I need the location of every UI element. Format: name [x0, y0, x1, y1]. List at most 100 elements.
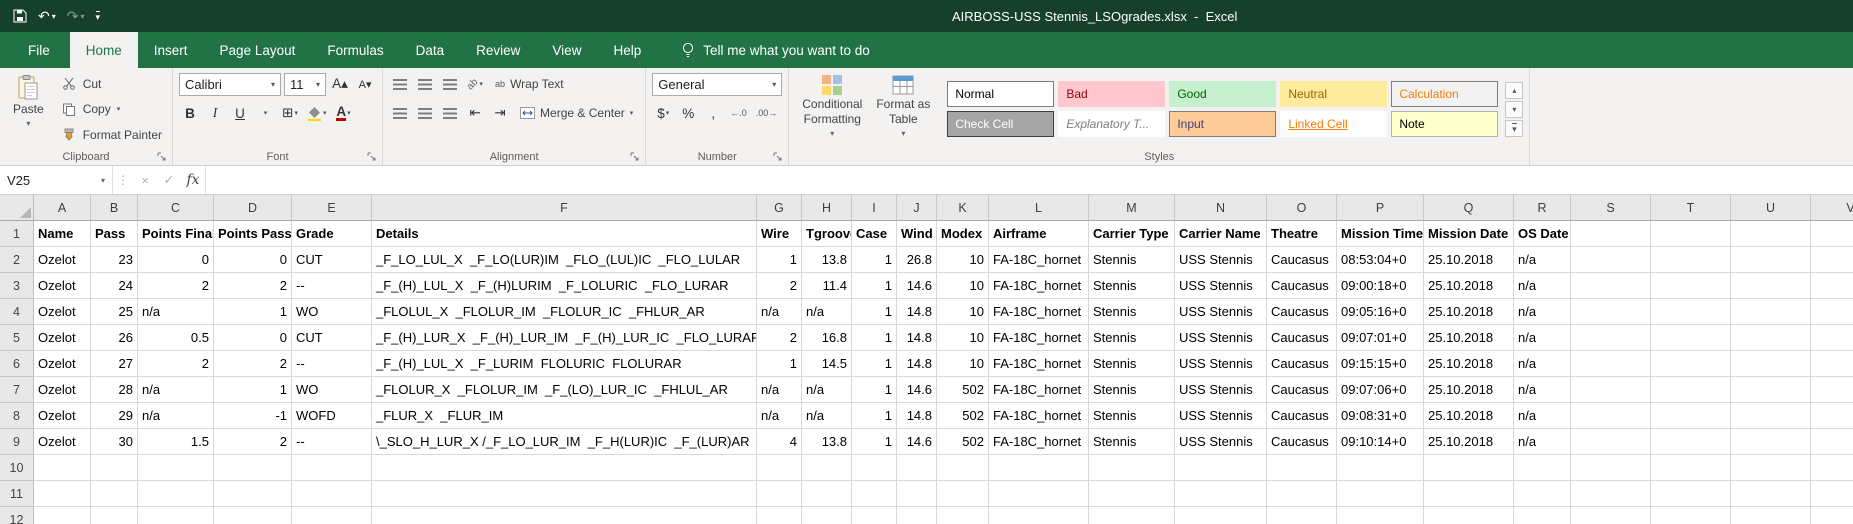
cell-F12[interactable]	[372, 507, 757, 524]
cell-U6[interactable]	[1731, 351, 1811, 377]
cell-D5[interactable]: 0	[214, 325, 292, 351]
align-center-button[interactable]	[414, 102, 436, 124]
row-header-6[interactable]: 6	[0, 351, 34, 377]
tab-data[interactable]: Data	[400, 32, 461, 68]
cell-L3[interactable]: FA-18C_hornet	[989, 273, 1089, 299]
cell-N5[interactable]: USS Stennis	[1175, 325, 1267, 351]
cell-U8[interactable]	[1731, 403, 1811, 429]
borders-button[interactable]: ⊞▾	[279, 102, 301, 124]
col-header-O[interactable]: O	[1267, 195, 1337, 220]
font-size-combo[interactable]: 11 ▾	[284, 73, 326, 96]
cell-L10[interactable]	[989, 455, 1089, 481]
col-header-N[interactable]: N	[1175, 195, 1267, 220]
cell-G7[interactable]: n/a	[757, 377, 802, 403]
cell-U10[interactable]	[1731, 455, 1811, 481]
col-header-K[interactable]: K	[937, 195, 989, 220]
cell-F5[interactable]: _F_(H)_LUR_X _F_(H)_LUR_IM _F_(H)_LUR_IC…	[372, 325, 757, 351]
style-normal[interactable]: Normal	[947, 81, 1054, 107]
cell-Q7[interactable]: 25.10.2018	[1424, 377, 1514, 403]
style-input[interactable]: Input	[1169, 111, 1276, 137]
cell-S7[interactable]	[1571, 377, 1651, 403]
decrease-font-size-button[interactable]: A▾	[354, 73, 376, 95]
cell-U12[interactable]	[1731, 507, 1811, 524]
col-header-J[interactable]: J	[897, 195, 937, 220]
cell-A8[interactable]: Ozelot	[34, 403, 91, 429]
cell-U5[interactable]	[1731, 325, 1811, 351]
style-neutral[interactable]: Neutral	[1280, 81, 1387, 107]
cell-E1[interactable]: Grade	[292, 221, 372, 247]
cell-V5[interactable]	[1811, 325, 1853, 351]
cell-A11[interactable]	[34, 481, 91, 507]
cell-G8[interactable]: n/a	[757, 403, 802, 429]
cell-H4[interactable]: n/a	[802, 299, 852, 325]
style-good[interactable]: Good	[1169, 81, 1276, 107]
cell-L7[interactable]: FA-18C_hornet	[989, 377, 1089, 403]
cell-H7[interactable]: n/a	[802, 377, 852, 403]
font-family-combo[interactable]: Calibri ▾	[179, 73, 281, 96]
cut-button[interactable]: Cut	[57, 73, 166, 94]
tab-page-layout[interactable]: Page Layout	[204, 32, 312, 68]
cell-R4[interactable]: n/a	[1514, 299, 1571, 325]
row-header-8[interactable]: 8	[0, 403, 34, 429]
cell-G9[interactable]: 4	[757, 429, 802, 455]
cell-T5[interactable]	[1651, 325, 1731, 351]
cell-O12[interactable]	[1267, 507, 1337, 524]
increase-indent-button[interactable]: ⇥	[489, 102, 511, 124]
align-right-button[interactable]	[439, 102, 461, 124]
col-header-Q[interactable]: Q	[1424, 195, 1514, 220]
cell-T4[interactable]	[1651, 299, 1731, 325]
cell-S2[interactable]	[1571, 247, 1651, 273]
cell-M11[interactable]	[1089, 481, 1175, 507]
cell-F10[interactable]	[372, 455, 757, 481]
cell-Q5[interactable]: 25.10.2018	[1424, 325, 1514, 351]
cell-U11[interactable]	[1731, 481, 1811, 507]
cell-R12[interactable]	[1514, 507, 1571, 524]
cell-G4[interactable]: n/a	[757, 299, 802, 325]
accounting-format-button[interactable]: $▾	[652, 102, 674, 124]
cell-E4[interactable]: WO	[292, 299, 372, 325]
row-header-1[interactable]: 1	[0, 221, 34, 247]
cell-R7[interactable]: n/a	[1514, 377, 1571, 403]
cell-B12[interactable]	[91, 507, 138, 524]
cell-C11[interactable]	[138, 481, 214, 507]
cell-A1[interactable]: Name	[34, 221, 91, 247]
tab-home[interactable]: Home	[70, 32, 138, 68]
cell-A2[interactable]: Ozelot	[34, 247, 91, 273]
cell-L12[interactable]	[989, 507, 1089, 524]
tab-review[interactable]: Review	[460, 32, 536, 68]
cell-H1[interactable]: Tgroove	[802, 221, 852, 247]
cell-B7[interactable]: 28	[91, 377, 138, 403]
cell-P10[interactable]	[1337, 455, 1424, 481]
cell-E6[interactable]: --	[292, 351, 372, 377]
cell-J1[interactable]: Wind	[897, 221, 937, 247]
cell-P12[interactable]	[1337, 507, 1424, 524]
cell-S6[interactable]	[1571, 351, 1651, 377]
cell-N12[interactable]	[1175, 507, 1267, 524]
cell-H9[interactable]: 13.8	[802, 429, 852, 455]
cell-P6[interactable]: 09:15:15+0	[1337, 351, 1424, 377]
cell-A6[interactable]: Ozelot	[34, 351, 91, 377]
cell-N11[interactable]	[1175, 481, 1267, 507]
cell-M3[interactable]: Stennis	[1089, 273, 1175, 299]
cell-Q4[interactable]: 25.10.2018	[1424, 299, 1514, 325]
cell-D11[interactable]	[214, 481, 292, 507]
cell-I7[interactable]: 1	[852, 377, 897, 403]
gallery-more-button[interactable]: ▾	[1505, 120, 1523, 137]
cell-A7[interactable]: Ozelot	[34, 377, 91, 403]
cell-O4[interactable]: Caucasus	[1267, 299, 1337, 325]
cell-Q11[interactable]	[1424, 481, 1514, 507]
cell-T1[interactable]	[1651, 221, 1731, 247]
col-header-P[interactable]: P	[1337, 195, 1424, 220]
cell-A4[interactable]: Ozelot	[34, 299, 91, 325]
row-header-2[interactable]: 2	[0, 247, 34, 273]
cell-V2[interactable]	[1811, 247, 1853, 273]
cell-M2[interactable]: Stennis	[1089, 247, 1175, 273]
cell-B8[interactable]: 29	[91, 403, 138, 429]
cell-R1[interactable]: OS Date	[1514, 221, 1571, 247]
cell-N2[interactable]: USS Stennis	[1175, 247, 1267, 273]
merge-center-button[interactable]: Merge & Center ▾	[514, 101, 639, 125]
cell-G3[interactable]: 2	[757, 273, 802, 299]
col-header-E[interactable]: E	[292, 195, 372, 220]
cell-R8[interactable]: n/a	[1514, 403, 1571, 429]
cell-A3[interactable]: Ozelot	[34, 273, 91, 299]
